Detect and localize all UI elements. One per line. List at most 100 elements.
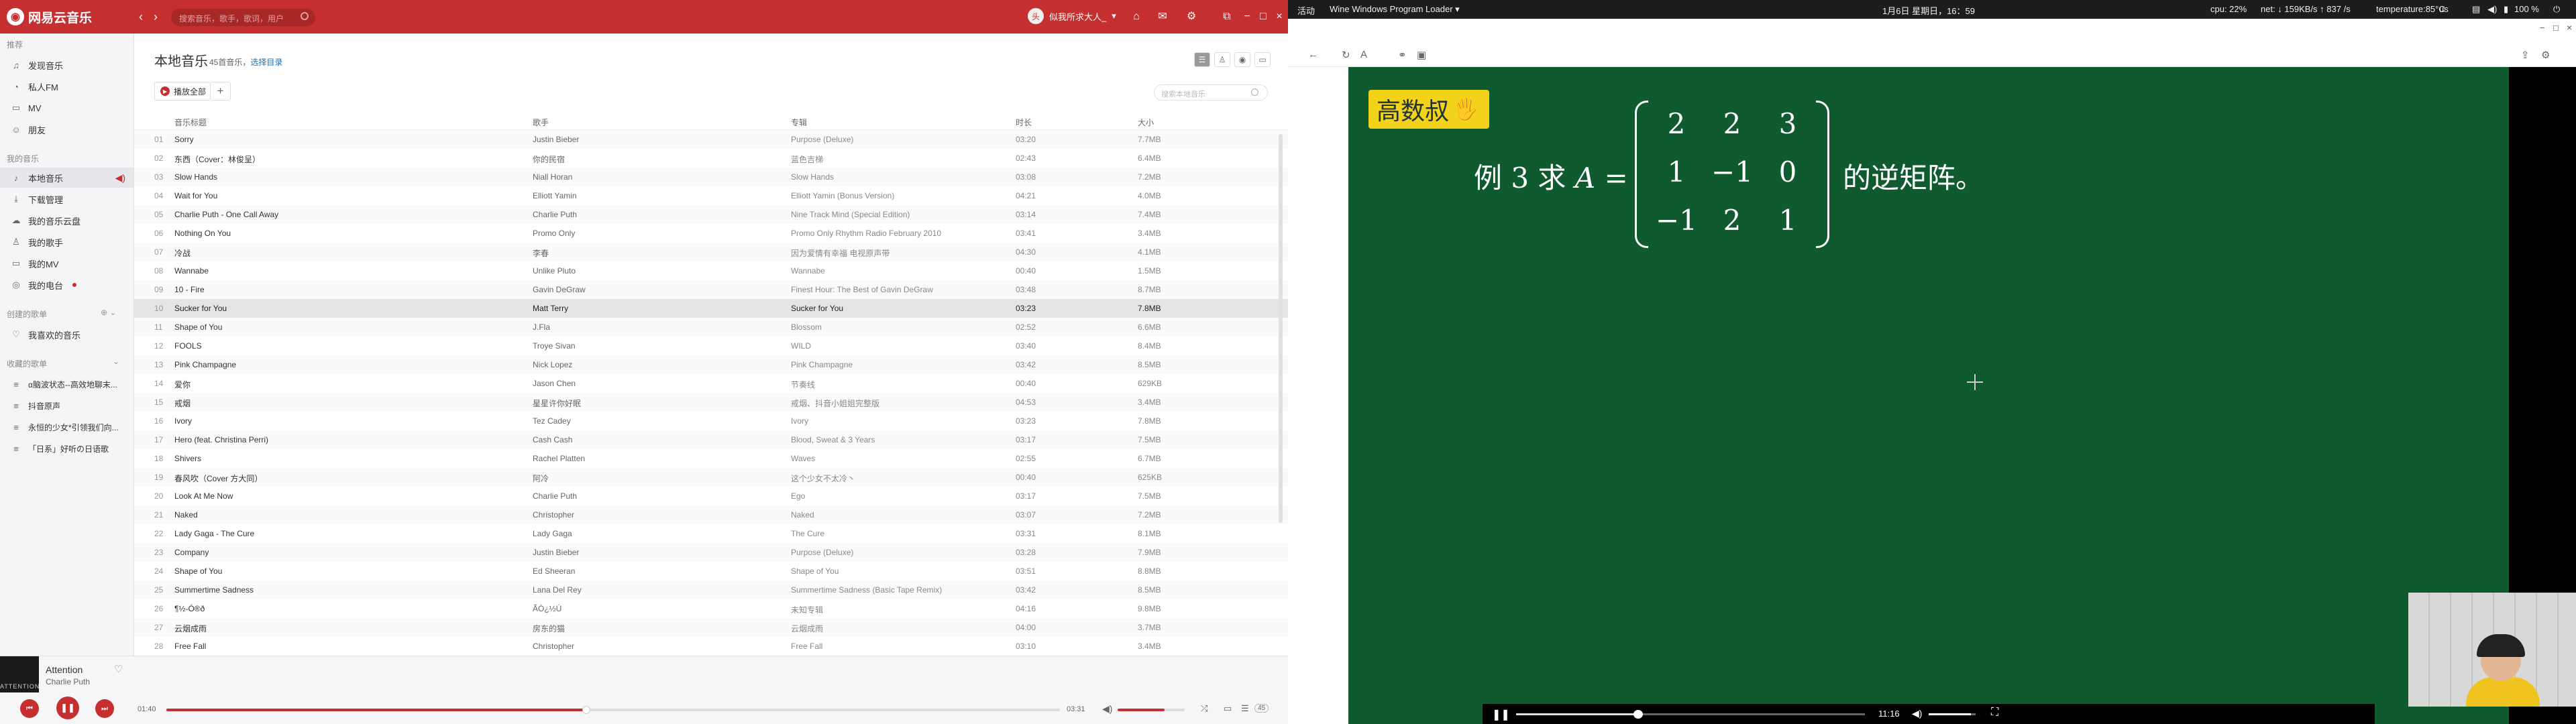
volume-icon[interactable]: ◀) — [1912, 708, 1922, 719]
settings-icon[interactable]: ⚙ — [1184, 9, 1199, 24]
table-row[interactable]: 27 云烟成雨 房东的猫 云烟成雨 04:00 3.7MB — [134, 618, 1288, 637]
song-artist[interactable]: 星星许你好眠 — [533, 398, 788, 409]
table-row[interactable]: 01 Sorry Justin Bieber Purpose (Deluxe) 03:2… — [134, 130, 1288, 149]
song-album[interactable]: Ivory — [791, 416, 992, 426]
header-artist[interactable]: 歌手 — [533, 117, 549, 128]
song-artist[interactable]: Tez Cadey — [533, 416, 788, 426]
text-icon[interactable]: A — [1360, 49, 1367, 60]
network-icon[interactable]: ▤ — [2472, 4, 2480, 15]
reload-icon[interactable]: ↻ — [1342, 49, 1350, 61]
table-row[interactable]: 26 ¶½-Ó®ð ÃÒ¿½Ú 未知专辑 04:16 9.8MB — [134, 599, 1288, 618]
share-icon[interactable]: ⇪ — [2521, 49, 2530, 61]
song-album[interactable]: Blood, Sweat & 3 Years — [791, 435, 992, 444]
sidebar-item-downloads[interactable]: ⤓ 下载管理 — [0, 189, 133, 209]
song-artist[interactable]: Jason Chen — [533, 379, 788, 388]
skin-icon[interactable]: ⌂ — [1129, 9, 1144, 24]
minimize-icon[interactable]: − — [1240, 9, 1254, 24]
table-row[interactable]: 28 Free Fall Christopher Free Fall 03:10 3.4M… — [134, 637, 1288, 656]
table-row[interactable]: 05 Charlie Puth - One Call Away Charlie Pu… — [134, 205, 1288, 224]
play-all-button[interactable]: ▶ 播放全部 — [154, 82, 211, 101]
song-album[interactable]: Naked — [791, 510, 992, 520]
sidebar-item-fav-2[interactable]: ≡ 抖音原声 — [0, 396, 133, 416]
header-title[interactable]: 音乐标题 — [174, 117, 207, 128]
artist-view-icon[interactable]: ♙ — [1214, 52, 1230, 67]
battery-icon[interactable]: ▮ — [2504, 4, 2508, 15]
sidebar-item-mv[interactable]: ▭ MV — [0, 98, 133, 118]
song-album[interactable]: 这个少女不太冷丶 — [791, 473, 992, 484]
list-view-icon[interactable]: ☰ — [1194, 52, 1210, 67]
song-album[interactable]: 戒烟、抖音小姐姐完整版 — [791, 398, 992, 409]
table-row[interactable]: 11 Shape of You J.Fla Blossom 02:52 6.6MB — [134, 318, 1288, 337]
song-artist[interactable]: Elliott Yamin — [533, 191, 788, 200]
song-artist[interactable]: J.Fla — [533, 322, 788, 332]
close-icon[interactable]: × — [1272, 9, 1287, 24]
song-artist[interactable]: Cash Cash — [533, 435, 788, 444]
table-row[interactable]: 12 FOOLS Troye Sivan WILD 03:40 8.4MB — [134, 337, 1288, 355]
song-artist[interactable]: Matt Terry — [533, 304, 788, 313]
song-artist[interactable]: Troye Sivan — [533, 341, 788, 351]
sidebar-item-fav-4[interactable]: ≡ 「日系」好听の日语歌 — [0, 438, 133, 459]
table-row[interactable]: 21 Naked Christopher Naked 03:07 7.2MB — [134, 505, 1288, 524]
song-artist[interactable]: Lady Gaga — [533, 529, 788, 538]
table-row[interactable]: 15 戒烟 星星许你好眠 戒烟、抖音小姐姐完整版 04:53 3.4MB — [134, 393, 1288, 412]
header-size[interactable]: 大小 — [1138, 117, 1154, 128]
header-album[interactable]: 专辑 — [791, 117, 807, 128]
sidebar-item-fav-1[interactable]: ≡ α脑波状态--高效地聊末... — [0, 374, 133, 394]
search-input[interactable]: 搜索音乐，歌手，歌词，用户 — [171, 9, 315, 26]
video-volume-slider[interactable] — [1929, 713, 1976, 715]
table-row[interactable]: 24 Shape of You Ed Sheeran Shape of You 03:5… — [134, 562, 1288, 581]
table-row[interactable]: 23 Company Justin Bieber Purpose (Deluxe) 03… — [134, 543, 1288, 562]
sidebar-item-fm[interactable]: ◔ 私人FM — [0, 76, 133, 97]
sidebar-item-my-mv[interactable]: ▭ 我的MV — [0, 253, 133, 274]
table-row[interactable]: 04 Wait for You Elliott Yamin Elliott Yamin… — [134, 186, 1288, 205]
song-album[interactable]: Purpose (Deluxe) — [791, 135, 992, 144]
song-album[interactable]: Ego — [791, 491, 992, 501]
song-album[interactable]: Wannabe — [791, 266, 992, 276]
search-icon[interactable] — [1251, 88, 1258, 96]
scrollbar[interactable] — [1279, 134, 1283, 523]
settings-icon[interactable]: ⚙ — [2541, 49, 2550, 61]
song-artist[interactable]: Charlie Puth — [533, 491, 788, 501]
prev-button[interactable]: ⏮ — [20, 699, 39, 718]
calendar-icon[interactable]: ▣ — [1417, 49, 1426, 61]
song-artist[interactable]: Nick Lopez — [533, 360, 788, 369]
next-button[interactable]: ⏭ — [95, 699, 114, 718]
link-icon[interactable]: ⚭ — [1398, 49, 1407, 61]
add-all-button[interactable]: + — [211, 82, 231, 101]
app-menu[interactable]: Wine Windows Program Loader ▾ — [1330, 4, 1460, 15]
forward-arrow-icon[interactable]: › — [149, 10, 162, 23]
song-album[interactable]: Nine Track Mind (Special Edition) — [791, 210, 992, 219]
song-artist[interactable]: Charlie Puth — [533, 210, 788, 219]
table-row[interactable]: 25 Summertime Sadness Lana Del Rey Summerti… — [134, 581, 1288, 599]
video-player[interactable]: 高数叔 🖐 例 3 求 A = 2 2 3 1 −1 0 −1 2 1 的逆矩阵。… — [1348, 67, 2576, 724]
song-artist[interactable]: Ed Sheeran — [533, 566, 788, 576]
song-artist[interactable]: Lana Del Rey — [533, 585, 788, 595]
song-artist[interactable]: Promo Only — [533, 229, 788, 238]
table-row[interactable]: 13 Pink Champagne Nick Lopez Pink Champagne… — [134, 355, 1288, 374]
fullscreen-icon[interactable]: ⛶ — [1991, 707, 1998, 719]
song-artist[interactable]: 你的民宿 — [533, 154, 788, 165]
song-artist[interactable]: Christopher — [533, 642, 788, 651]
user-menu[interactable]: 头似我所求大人_ ▾ — [1028, 8, 1116, 24]
song-album[interactable]: WILD — [791, 341, 992, 351]
progress-bar[interactable] — [166, 706, 1060, 714]
song-artist[interactable]: Gavin DeGraw — [533, 285, 788, 294]
lyrics-icon[interactable]: ▭ — [1224, 703, 1232, 714]
song-artist[interactable]: Rachel Platten — [533, 454, 788, 463]
sidebar-item-local-music[interactable]: ♪ 本地音乐 ◀) — [0, 168, 133, 188]
queue-count[interactable]: 45 — [1254, 704, 1269, 713]
table-row[interactable]: 08 Wannabe Unlike Pluto Wannabe 00:40 1.5MB — [134, 261, 1288, 280]
clock[interactable]: 1月6日 星期日，16：59 — [1882, 4, 1975, 17]
close-icon[interactable]: × — [2567, 22, 2572, 33]
power-icon[interactable]: ⏻ — [2553, 4, 2560, 15]
activities-button[interactable]: 活动 — [1297, 4, 1315, 17]
pause-button[interactable]: ❚❚ — [56, 697, 79, 719]
add-playlist-icon[interactable]: ⊕ ⌄ — [101, 308, 116, 317]
mail-icon[interactable]: ✉ — [1155, 9, 1170, 24]
song-album[interactable]: Pink Champagne — [791, 360, 992, 369]
song-artist[interactable]: Justin Bieber — [533, 548, 788, 557]
minimize-icon[interactable]: − — [2540, 23, 2545, 33]
video-progress-knob[interactable] — [1633, 710, 1643, 719]
song-album[interactable]: Finest Hour: The Best of Gavin DeGraw — [791, 285, 992, 294]
song-artist[interactable]: Justin Bieber — [533, 135, 788, 144]
